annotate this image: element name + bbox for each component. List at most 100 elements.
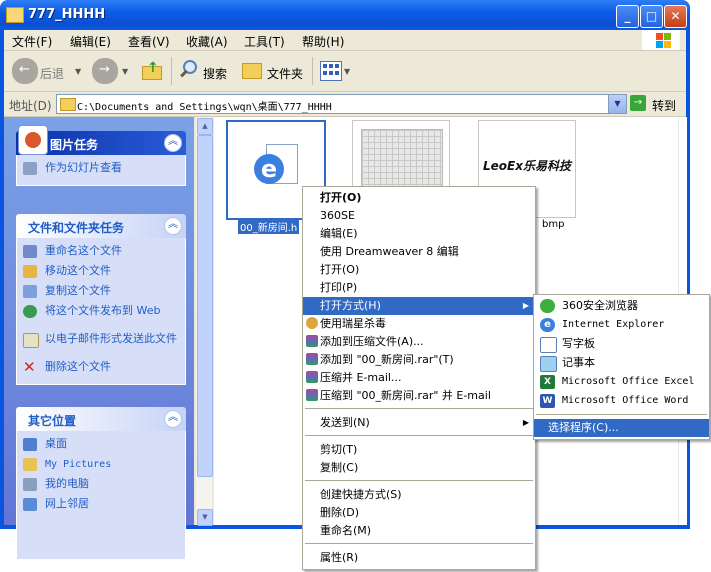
windows-logo-icon — [642, 30, 680, 50]
ie-html-icon: e — [252, 144, 298, 190]
move-file-link[interactable]: 移动这个文件 — [17, 264, 185, 284]
other-places-panel: 其它位置 ︽ 桌面 My Pictures 我的电脑 网上邻居 — [16, 407, 186, 560]
submenu-item-360-browser[interactable]: 360安全浏览器 — [534, 297, 709, 315]
menu-item-add-archive[interactable]: 添加到压缩文件(A)... — [303, 333, 535, 351]
menu-item-compress-email[interactable]: 压缩并 E-mail... — [303, 369, 535, 387]
folders-icon[interactable] — [242, 63, 262, 79]
address-dropdown-icon[interactable]: ▼ — [608, 95, 626, 113]
file-tasks-panel: 文件和文件夹任务 ︽ 重命名这个文件 移动这个文件 复制这个文件 将这个文件发布… — [16, 214, 186, 385]
chevron-down-icon[interactable]: ▼ — [344, 67, 350, 76]
back-icon[interactable]: ← — [12, 58, 38, 84]
title-bar[interactable]: 777_HHHH _ □ ✕ — [0, 0, 690, 30]
desktop-link[interactable]: 桌面 — [17, 437, 185, 457]
window-title: 777_HHHH — [28, 7, 106, 22]
picture-tasks-header[interactable]: 图片任务 ︽ — [16, 125, 186, 155]
menu-item-cut[interactable]: 剪切(T) — [303, 441, 535, 459]
menu-item-create-shortcut[interactable]: 创建快捷方式(S) — [303, 486, 535, 504]
winrar-icon — [306, 371, 318, 383]
task-pane-scrollbar[interactable]: ▲ ▼ — [196, 117, 213, 526]
menu-item-properties[interactable]: 属性(R) — [303, 549, 535, 567]
publish-web-link[interactable]: 将这个文件发布到 Web — [17, 304, 185, 332]
close-button[interactable]: ✕ — [664, 5, 687, 28]
menu-item-open-default[interactable]: 打开(O) — [303, 189, 535, 207]
scroll-down-icon[interactable]: ▼ — [197, 509, 213, 526]
submenu-item-excel[interactable]: X Microsoft Office Excel — [534, 373, 709, 391]
menu-tools[interactable]: 工具(T) — [244, 33, 285, 50]
panel-body: 桌面 My Pictures 我的电脑 网上邻居 — [16, 431, 186, 560]
menu-item-360se[interactable]: 360SE — [303, 207, 535, 225]
menu-item-add-rar[interactable]: 添加到 "00_新房间.rar"(T) — [303, 351, 535, 369]
folders-button[interactable]: 文件夹 — [267, 65, 303, 82]
address-bar: 地址(D) C:\Documents and Settings\wqn\桌面\7… — [4, 92, 686, 117]
scroll-up-icon[interactable]: ▲ — [197, 118, 213, 135]
submenu-item-internet-explorer[interactable]: e Internet Explorer — [534, 316, 709, 334]
menu-help[interactable]: 帮助(H) — [302, 33, 344, 50]
menu-item-delete[interactable]: 删除(D) — [303, 504, 535, 522]
menu-file[interactable]: 文件(F) — [12, 33, 52, 50]
file-name[interactable]: 00_新房间.h — [238, 219, 300, 234]
views-icon[interactable] — [320, 61, 342, 81]
collapse-icon[interactable]: ︽ — [164, 410, 182, 428]
panel-body: 作为幻灯片查看 — [16, 155, 186, 186]
menu-item-rename[interactable]: 重命名(M) — [303, 522, 535, 540]
copy-file-link[interactable]: 复制这个文件 — [17, 284, 185, 304]
toolbar: ← 后退 ▼ → ▼ ↑ 搜索 文件夹 ▼ — [4, 51, 686, 92]
rename-icon — [23, 245, 37, 258]
menu-favorites[interactable]: 收藏(A) — [186, 33, 228, 50]
desktop-icon — [23, 438, 37, 451]
search-icon[interactable] — [178, 60, 198, 80]
email-file-link[interactable]: 以电子邮件形式发送此文件 — [17, 332, 185, 360]
slideshow-icon — [23, 162, 37, 175]
menu-item-print[interactable]: 打印(P) — [303, 279, 535, 297]
file-name[interactable]: bmp — [542, 219, 564, 230]
file-tasks-header[interactable]: 文件和文件夹任务 ︽ — [16, 214, 186, 238]
menu-item-open-with[interactable]: 打开方式(H) ▶ — [303, 297, 535, 315]
folder-icon — [6, 7, 24, 23]
my-pictures-link[interactable]: My Pictures — [17, 457, 185, 477]
submenu-item-wordpad[interactable]: 写字板 — [534, 335, 709, 353]
address-path: C:\Documents and Settings\wqn\桌面\777_HHH… — [77, 102, 332, 113]
collapse-icon[interactable]: ︽ — [164, 217, 182, 235]
go-icon[interactable]: → — [630, 95, 646, 111]
submenu-item-notepad[interactable]: 记事本 — [534, 354, 709, 372]
menu-item-rising-antivirus[interactable]: 使用瑞星杀毒 — [303, 315, 535, 333]
excel-icon: X — [540, 375, 555, 389]
menu-item-open[interactable]: 打开(O) — [303, 261, 535, 279]
menu-separator — [305, 435, 533, 436]
chevron-down-icon[interactable]: ▼ — [75, 67, 81, 76]
copy-icon — [23, 285, 37, 298]
rename-file-link[interactable]: 重命名这个文件 — [17, 244, 185, 264]
chevron-down-icon[interactable]: ▼ — [122, 67, 128, 76]
minimize-button[interactable]: _ — [616, 5, 639, 28]
network-places-link[interactable]: 网上邻居 — [17, 497, 185, 517]
my-computer-link[interactable]: 我的电脑 — [17, 477, 185, 497]
menu-item-send-to[interactable]: 发送到(N) ▶ — [303, 414, 535, 432]
open-with-submenu: 360安全浏览器 e Internet Explorer 写字板 记事本 X Mic… — [533, 294, 710, 440]
menu-view[interactable]: 查看(V) — [128, 33, 170, 50]
collapse-icon[interactable]: ︽ — [164, 134, 182, 152]
360-browser-icon — [540, 299, 555, 313]
submenu-item-choose-program[interactable]: 选择程序(C)... — [534, 419, 709, 437]
panel-title: 图片任务 — [50, 138, 99, 152]
folder-icon — [60, 98, 76, 111]
search-button[interactable]: 搜索 — [203, 65, 227, 82]
delete-file-link[interactable]: ✕ 删除这个文件 — [17, 360, 185, 380]
menu-item-compress-rar-email[interactable]: 压缩到 "00_新房间.rar" 并 E-mail — [303, 387, 535, 405]
maximize-button[interactable]: □ — [640, 5, 663, 28]
slideshow-link[interactable]: 作为幻灯片查看 — [17, 161, 185, 181]
back-button[interactable]: 后退 — [40, 65, 64, 82]
rising-antivirus-icon — [306, 317, 318, 329]
scroll-thumb[interactable] — [197, 135, 213, 477]
other-places-header[interactable]: 其它位置 ︽ — [16, 407, 186, 431]
menu-item-dreamweaver[interactable]: 使用 Dreamweaver 8 编辑 — [303, 243, 535, 261]
go-button[interactable]: 转到 — [652, 97, 676, 114]
address-input[interactable]: C:\Documents and Settings\wqn\桌面\777_HHH… — [56, 94, 627, 114]
folder-up-icon[interactable]: ↑ — [142, 60, 162, 80]
menu-edit[interactable]: 编辑(E) — [70, 33, 111, 50]
menu-item-edit[interactable]: 编辑(E) — [303, 225, 535, 243]
submenu-item-word[interactable]: W Microsoft Office Word — [534, 392, 709, 410]
menu-item-copy[interactable]: 复制(C) — [303, 459, 535, 477]
submenu-arrow-icon: ▶ — [522, 301, 529, 310]
wordpad-icon — [540, 337, 557, 353]
forward-icon[interactable]: → — [92, 58, 118, 84]
